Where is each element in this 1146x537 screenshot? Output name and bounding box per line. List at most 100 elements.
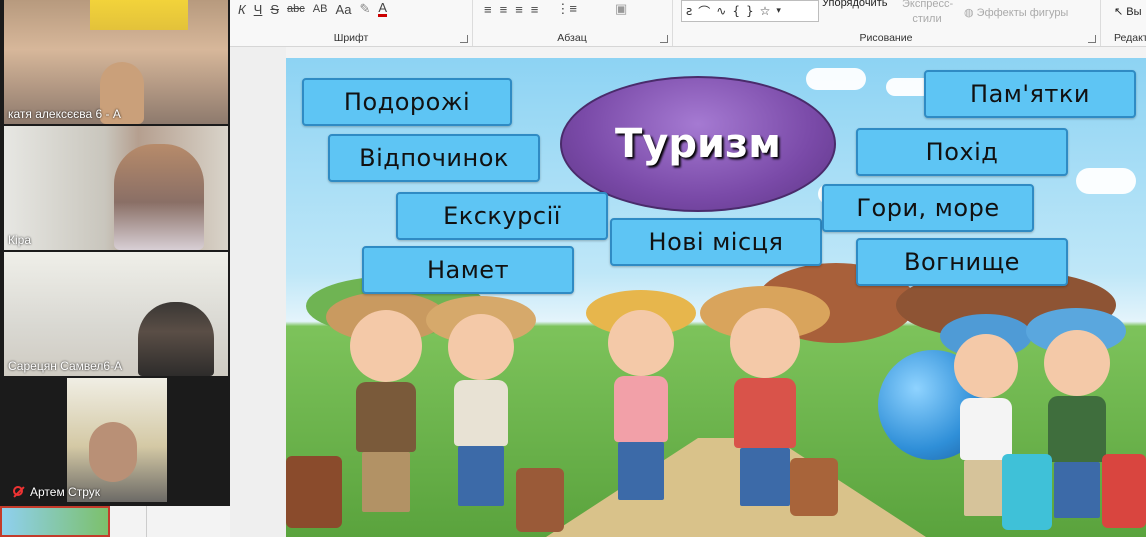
word-chip[interactable]: Екскурсії [396,192,608,240]
head-shape [350,310,422,382]
shape-effects-icon: ◍ [964,7,974,19]
thumbnail-divider [146,506,147,537]
shapes-gallery[interactable]: ƨ ⌒ ∿ { } ☆ ▾ [681,0,819,22]
participant-tile[interactable]: Артем Струк [4,378,228,502]
suitcase-decoration [1102,454,1146,528]
shape-effects-button[interactable]: ◍ Эффекты фигуры [964,6,1068,19]
drawing-dialog-launcher-icon[interactable] [1088,35,1096,43]
brace-open-icon[interactable]: { [732,4,740,18]
participant-face [89,422,137,482]
chip-label: Похід [925,138,999,166]
chip-label: Вогнище [904,248,1020,276]
arc-icon[interactable]: ⌒ [698,3,710,20]
express-styles-label: Экспресс-стили [902,0,954,25]
participant-tile[interactable]: Кіра [4,126,228,250]
underline-button[interactable]: Ч [254,2,263,17]
align-right-icon[interactable]: ≡ [515,2,523,17]
participant-video [138,302,214,376]
body-shape [960,398,1012,460]
legs-shape [740,448,790,506]
word-chip[interactable]: Гори, море [822,184,1034,232]
paragraph-buttons-row: ≡ ≡ ≡ ≡ ⋮≡ ▣ [484,0,627,18]
font-dialog-launcher-icon[interactable] [460,35,468,43]
editing-group: ↖ Вы Редакт [1100,0,1146,46]
tourist-kid-illustration [586,284,696,537]
suitcase-decoration [1002,454,1052,530]
word-chip[interactable]: Намет [362,246,574,294]
smartart-icon[interactable]: ▣ [615,1,627,17]
cursor-icon: ↖ [1114,6,1124,18]
font-group: К Ч S abc АВ Аа ✎ A Шрифт [230,0,473,46]
head-shape [448,314,514,380]
chip-label: Гори, море [856,194,1000,222]
font-buttons-row: К Ч S abc АВ Аа ✎ A [238,0,388,18]
chip-label: Намет [426,256,510,284]
word-chip[interactable]: Нові місця [610,218,822,266]
character-spacing-button[interactable]: АВ [313,3,328,15]
suitcase-decoration [516,468,564,532]
body-shape [614,376,668,442]
align-left-icon[interactable]: ≡ [484,2,492,17]
word-chip[interactable]: Вогнище [856,238,1068,286]
chip-label: Нові місця [648,228,784,256]
gallery-more-icon[interactable]: ▾ [776,6,781,16]
legs-shape [362,452,410,512]
wave-icon[interactable]: ∿ [716,4,726,18]
participant-tile[interactable]: Сарецян Самвел6-А [4,252,228,376]
slide-canvas[interactable]: Туризм Подорожі Відпочинок Екскурсії Нам… [286,58,1146,537]
word-chip[interactable]: Похід [856,128,1068,176]
body-shape [734,378,796,448]
select-label: Вы [1126,6,1142,18]
drawing-group-label: Рисование [859,32,913,44]
strikethrough-abc-button[interactable]: abc [287,3,305,15]
strikethrough-button[interactable]: S [270,2,279,17]
cloud-decoration [1076,168,1136,194]
font-color-icon[interactable]: A [378,1,388,17]
columns-icon[interactable]: ⋮≡ [556,1,577,17]
star-icon[interactable]: ☆ [760,4,771,18]
participant-name: Кіра [8,233,32,247]
font-group-label: Шрифт [333,32,369,44]
word-chip[interactable]: Подорожі [302,78,512,126]
participant-tile[interactable]: катя алексєєва 6 - А [4,0,228,124]
italic-button[interactable]: К [238,2,246,17]
express-styles-button[interactable]: Экспресс-стили [902,0,954,27]
word-chip[interactable]: Пам'ятки [924,70,1136,118]
slide-thumbnail[interactable] [0,506,110,537]
participant-name: Сарецян Самвел6-А [8,359,123,373]
body-shape [454,380,508,446]
body-shape [356,382,416,452]
chip-label: Екскурсії [443,202,561,230]
select-button[interactable]: ↖ Вы [1114,5,1142,18]
head-shape [730,308,800,378]
head-shape [608,310,674,376]
brace-close-icon[interactable]: } [746,4,754,18]
justify-icon[interactable]: ≡ [531,2,539,17]
editing-group-label: Редакт [1114,32,1146,44]
highlight-icon[interactable]: ✎ [360,1,371,17]
chip-label: Відпочинок [359,144,509,172]
paragraph-group-label: Абзац [557,32,587,44]
head-shape [1044,330,1110,396]
head-shape [954,334,1018,398]
participant-video [67,378,167,502]
body-shape [1048,396,1106,462]
chip-label: Пам'ятки [970,80,1090,108]
canvas-margin [230,47,286,537]
arrange-button[interactable]: Упорядочить [822,0,887,9]
suitcase-decoration [286,456,342,528]
chip-label: Подорожі [343,88,471,116]
align-center-icon[interactable]: ≡ [500,2,508,17]
word-chip[interactable]: Відпочинок [328,134,540,182]
change-case-button[interactable]: Аа [335,2,351,17]
suitcase-decoration [790,458,838,516]
flag-decoration [90,0,188,30]
paragraph-dialog-launcher-icon[interactable] [660,35,668,43]
cloud-decoration [806,68,866,90]
legs-shape [1054,462,1100,518]
mic-muted-icon [13,486,23,496]
participant-name: Артем Струк [30,485,100,499]
arrange-label: Упорядочить [822,0,888,9]
curve-icon[interactable]: ƨ [686,4,692,18]
participant-video [114,144,204,250]
